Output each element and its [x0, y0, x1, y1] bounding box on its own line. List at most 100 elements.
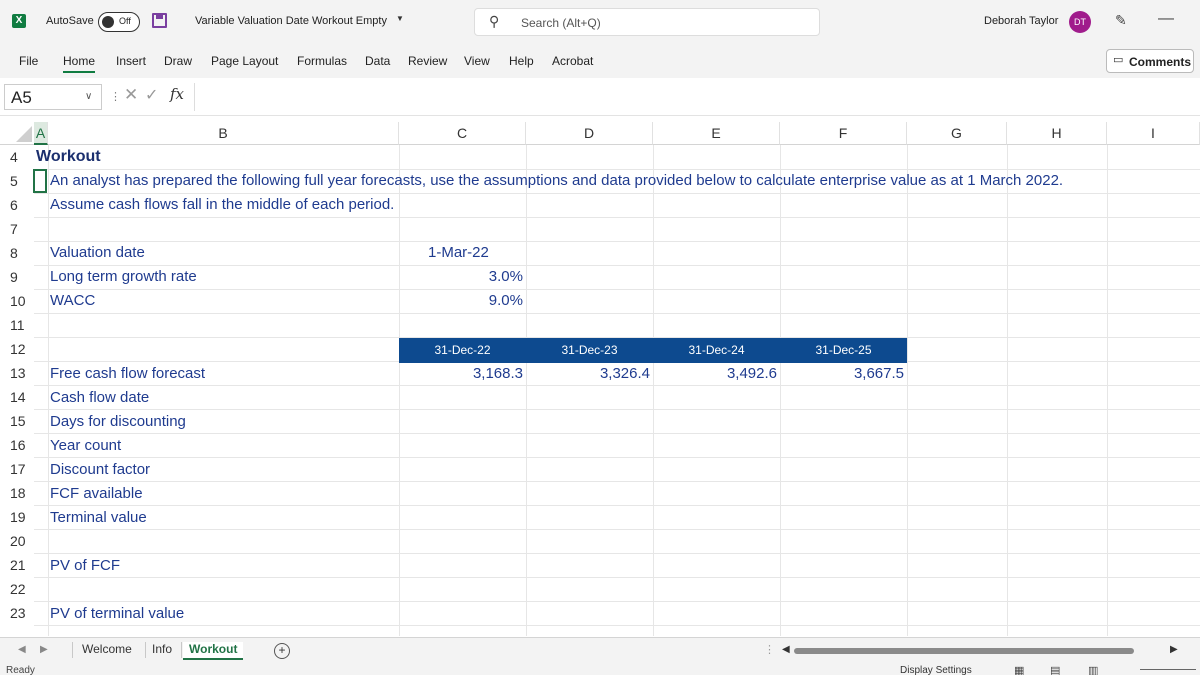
avatar[interactable]: DT — [1069, 11, 1091, 33]
sheet-tab-workout[interactable]: Workout — [183, 642, 244, 660]
user-name[interactable]: Deborah Taylor — [984, 15, 1058, 27]
discount-factor-label: Discount factor — [50, 461, 151, 478]
tab-data[interactable]: Data — [365, 54, 390, 68]
page-layout-view-icon[interactable]: ▤ — [1050, 664, 1060, 675]
row-header[interactable]: 16 — [0, 433, 34, 457]
fcf-value[interactable]: 3,326.4 — [526, 362, 650, 386]
cancel-icon[interactable]: ✕ — [124, 85, 138, 105]
row-header[interactable]: 18 — [0, 481, 34, 505]
search-icon: ⚲ — [489, 13, 500, 29]
spreadsheet-grid[interactable]: A B C D E F G H I 4 5 6 7 8 9 10 11 12 1… — [0, 122, 1200, 636]
zoom-slider[interactable] — [1140, 669, 1196, 670]
wacc-label: WACC — [50, 292, 96, 309]
fcf-value[interactable]: 3,168.3 — [399, 362, 523, 386]
row-header[interactable]: 11 — [0, 313, 34, 337]
row-header[interactable]: 4 — [0, 145, 34, 169]
prev-sheet-icon[interactable]: ◀ — [18, 644, 26, 655]
gridline — [1107, 145, 1108, 636]
column-header-h[interactable]: H — [1007, 122, 1107, 145]
column-header-f[interactable]: F — [780, 122, 907, 145]
period-header[interactable]: 31-Dec-25 — [780, 338, 907, 363]
column-header-c[interactable]: C — [399, 122, 526, 145]
confirm-icon[interactable]: ✓ — [145, 85, 158, 105]
formula-bar: A5 ∨ ⋮ ✕ ✓ fx — [0, 78, 1200, 116]
add-sheet-icon[interactable]: + — [274, 643, 290, 659]
tab-page-layout[interactable]: Page Layout — [211, 54, 278, 68]
row-header[interactable]: 10 — [0, 289, 34, 313]
tab-formulas[interactable]: Formulas — [297, 54, 347, 68]
gridline — [34, 553, 1200, 554]
row-header[interactable]: 20 — [0, 529, 34, 553]
tab-acrobat[interactable]: Acrobat — [552, 54, 593, 68]
normal-view-icon[interactable]: ▦ — [1014, 664, 1024, 675]
tab-home[interactable]: Home — [63, 54, 96, 73]
terminal-value-label: Terminal value — [50, 509, 147, 526]
status-text: Ready — [6, 665, 35, 675]
wacc-value[interactable]: 9.0% — [399, 289, 523, 313]
ribbon-menu: File Home Insert Draw Page Layout Formul… — [0, 44, 1200, 78]
row-header[interactable]: 7 — [0, 217, 34, 241]
pen-icon[interactable]: ✎ — [1115, 12, 1127, 29]
search-input[interactable]: ⚲ Search (Alt+Q) — [474, 8, 820, 36]
autosave-toggle[interactable]: Off — [98, 12, 140, 32]
select-all-corner[interactable] — [0, 122, 34, 145]
selected-cell-a5[interactable] — [33, 169, 47, 193]
insert-function-icon[interactable]: fx — [170, 85, 184, 103]
row-header[interactable]: 5 — [0, 169, 34, 193]
horizontal-scrollbar[interactable] — [794, 648, 1134, 654]
row-header[interactable]: 22 — [0, 577, 34, 601]
column-header-a[interactable]: A — [34, 122, 48, 145]
tab-review[interactable]: Review — [408, 54, 447, 68]
save-icon[interactable] — [152, 13, 167, 28]
gridline — [34, 601, 1200, 602]
name-box[interactable]: A5 ∨ — [4, 84, 102, 110]
row-header[interactable]: 9 — [0, 265, 34, 289]
fcf-value[interactable]: 3,492.6 — [653, 362, 777, 386]
row-header[interactable]: 12 — [0, 337, 34, 361]
column-header-d[interactable]: D — [526, 122, 653, 145]
valuation-date-value[interactable]: 1-Mar-22 — [428, 241, 489, 265]
minimize-icon[interactable]: — — [1158, 10, 1174, 28]
comments-label: Comments — [1129, 55, 1192, 69]
period-header[interactable]: 31-Dec-23 — [526, 338, 653, 363]
column-header-i[interactable]: I — [1107, 122, 1200, 145]
column-header-g[interactable]: G — [907, 122, 1007, 145]
sheet-tab-info[interactable]: Info — [146, 642, 178, 656]
formula-input[interactable] — [194, 83, 1200, 111]
row-header[interactable]: 19 — [0, 505, 34, 529]
sheet-tab-welcome[interactable]: Welcome — [76, 642, 138, 656]
display-settings-button[interactable]: Display Settings — [900, 665, 972, 675]
growth-rate-value[interactable]: 3.0% — [399, 265, 523, 289]
column-header-b[interactable]: B — [48, 122, 399, 145]
row-header[interactable]: 8 — [0, 241, 34, 265]
tab-help[interactable]: Help — [509, 54, 534, 68]
document-title[interactable]: Variable Valuation Date Workout Empty — [195, 15, 387, 27]
row-header[interactable]: 17 — [0, 457, 34, 481]
gridline — [34, 505, 1200, 506]
next-sheet-icon[interactable]: ▶ — [40, 644, 48, 655]
page-break-view-icon[interactable]: ▥ — [1088, 664, 1098, 675]
row-header[interactable]: 14 — [0, 385, 34, 409]
row-header[interactable]: 13 — [0, 361, 34, 385]
period-header[interactable]: 31-Dec-22 — [399, 338, 526, 363]
gridline — [1007, 145, 1008, 636]
period-header[interactable]: 31-Dec-24 — [653, 338, 780, 363]
row-header[interactable]: 23 — [0, 601, 34, 625]
tab-view[interactable]: View — [464, 54, 490, 68]
fcf-value[interactable]: 3,667.5 — [780, 362, 904, 386]
comments-button[interactable]: ▭ Comments — [1106, 49, 1194, 73]
more-options-icon[interactable]: ⋮ — [110, 90, 121, 103]
scroll-right-icon[interactable]: ▶ — [1170, 644, 1178, 655]
tab-draw[interactable]: Draw — [164, 54, 192, 68]
chevron-down-icon[interactable]: ∨ — [85, 91, 92, 102]
gridline — [34, 481, 1200, 482]
tab-file[interactable]: File — [19, 54, 38, 68]
scroll-left-icon[interactable]: ◀ — [782, 644, 790, 655]
row-header[interactable]: 15 — [0, 409, 34, 433]
tab-insert[interactable]: Insert — [116, 54, 146, 68]
row-header[interactable]: 21 — [0, 553, 34, 577]
column-header-e[interactable]: E — [653, 122, 780, 145]
more-options-icon[interactable]: ⋮ — [764, 643, 775, 656]
row-header[interactable]: 6 — [0, 193, 34, 217]
chevron-down-icon[interactable]: ▼ — [396, 14, 404, 23]
